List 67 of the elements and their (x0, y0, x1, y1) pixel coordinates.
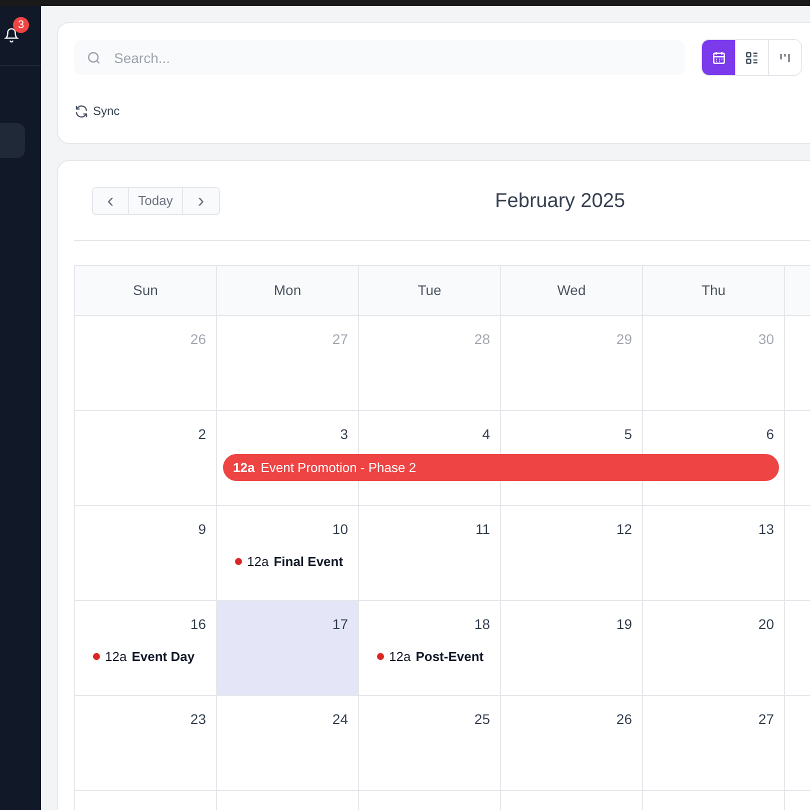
event-time: 12a (247, 553, 269, 571)
next-button[interactable]: › (183, 188, 219, 214)
day-number: 28 (474, 330, 490, 348)
day-number: 26 (190, 330, 206, 348)
day-number: 13 (758, 520, 774, 538)
day-number: 25 (474, 710, 490, 728)
view-toggle-button[interactable] (702, 40, 735, 75)
calendar-icon (710, 50, 726, 66)
day-number: 3 (340, 425, 348, 443)
day-number: 6 (766, 425, 774, 443)
day-cell[interactable]: 17 (217, 601, 359, 696)
event-title: Final Event (274, 553, 344, 571)
day-cell[interactable]: 23 (75, 696, 217, 791)
day-cell[interactable]: 26 (501, 696, 643, 791)
day-number: 5 (624, 425, 632, 443)
day-number: 20 (758, 615, 774, 633)
day-number: 11 (475, 520, 490, 538)
event-bar[interactable]: 12a Event Promotion - Phase 2 (223, 454, 779, 481)
day-number: 29 (616, 330, 632, 348)
event-title: Event Promotion - Phase 2 (260, 458, 416, 477)
view-toggle-button[interactable] (768, 40, 801, 75)
day-cell[interactable]: 19 (501, 601, 643, 696)
event-time: 12a (389, 648, 411, 666)
day-number: 30 (758, 330, 774, 348)
event-title: Event Day (132, 648, 195, 666)
month-title: February 2025 (495, 188, 626, 214)
day-cell[interactable]: 25 (359, 696, 501, 791)
list-icon (744, 50, 760, 66)
search-icon (86, 50, 102, 66)
day-cell[interactable]: 27 (643, 696, 785, 791)
event-time: 12a (105, 648, 127, 666)
sync-button[interactable]: Sync (74, 102, 120, 120)
day-number: 19 (616, 615, 632, 633)
day-cell[interactable]: 9 (75, 506, 217, 601)
day-number: 24 (332, 710, 348, 728)
day-number: 18 (474, 615, 490, 633)
sync-icon (74, 104, 89, 118)
day-number: 9 (198, 520, 206, 538)
day-number: 12 (616, 520, 632, 538)
day-number: 26 (616, 710, 632, 728)
calendar-event[interactable]: 12a Post-Event (377, 647, 484, 666)
day-number: 23 (190, 710, 206, 728)
day-cell[interactable]: 13 (643, 506, 785, 601)
bell-icon[interactable] (4, 27, 19, 43)
notification-badge: 3 (13, 17, 29, 33)
day-cell[interactable]: 12 (501, 506, 643, 601)
search-field[interactable]: Search... (74, 40, 685, 75)
day-number: 16 (190, 615, 206, 633)
day-cell[interactable]: 16 12a Event Day (75, 601, 217, 696)
day-cell[interactable]: 2 (75, 411, 217, 506)
calendar-event[interactable]: 12a Event Day (93, 647, 195, 666)
today-button[interactable]: Today (129, 188, 183, 214)
day-cell[interactable]: 10 12a Final Event (217, 506, 359, 601)
day-number: 17 (332, 615, 348, 633)
event-time: 12a (233, 458, 255, 477)
calendar-event[interactable]: 12a Final Event (235, 552, 344, 572)
day-number: 2 (198, 425, 206, 443)
event-title: Post-Event (416, 648, 484, 666)
previous-button[interactable]: ‹ (93, 188, 129, 214)
day-number: 10 (332, 520, 348, 538)
day-number: 27 (332, 330, 348, 348)
day-cell[interactable]: 18 12a Post-Event (359, 601, 501, 696)
day-cell[interactable]: 20 (643, 601, 785, 696)
day-cell[interactable]: 11 (359, 506, 501, 601)
day-cell[interactable]: 24 (217, 696, 359, 791)
day-number: 27 (758, 710, 774, 728)
day-number: 4 (482, 425, 490, 443)
